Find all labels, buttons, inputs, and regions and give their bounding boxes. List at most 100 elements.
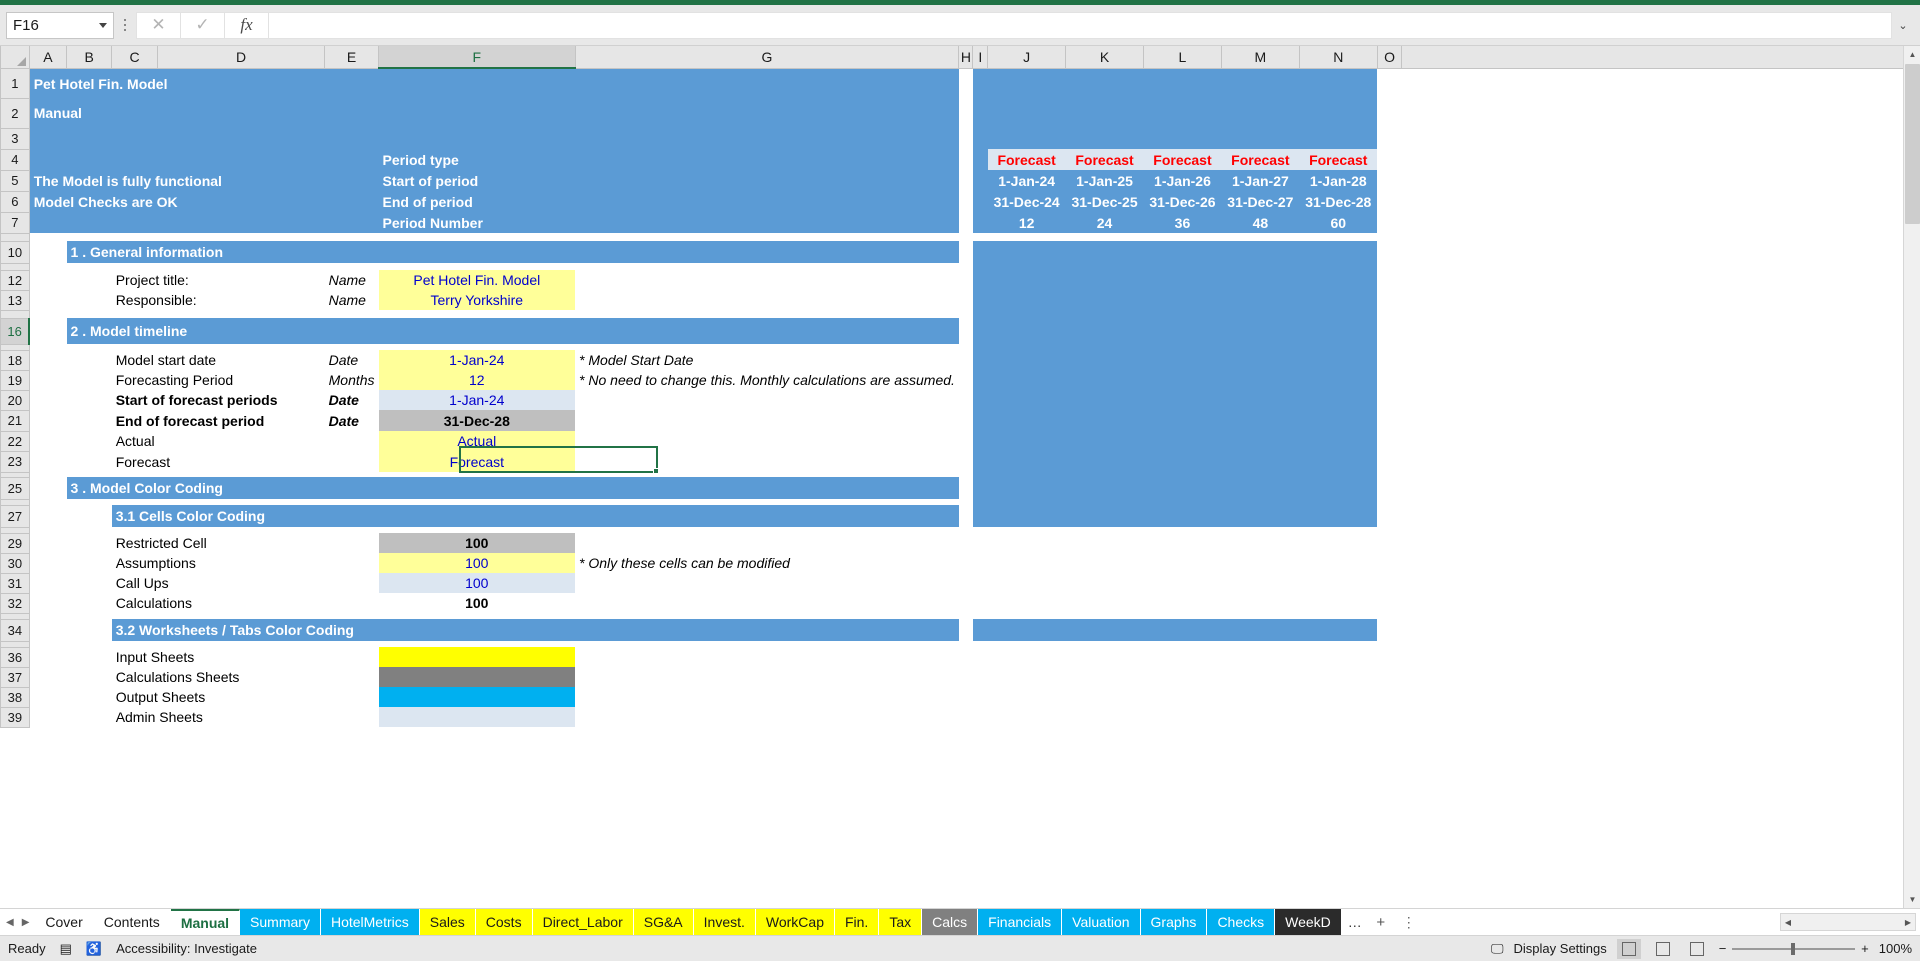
row-header-hidden-11[interactable] [0, 262, 30, 271]
swatch-assumptions[interactable]: 100 [378, 553, 576, 573]
cell-I29-O29[interactable] [972, 533, 1402, 553]
cell-I18-N18[interactable] [972, 350, 1378, 370]
cell-A7[interactable] [29, 212, 379, 233]
column-header-A[interactable]: A [28, 46, 68, 69]
column-header-J[interactable]: J [987, 46, 1067, 69]
cell-H32[interactable] [958, 593, 973, 613]
column-header-K[interactable]: K [1065, 46, 1144, 69]
row-header-3[interactable]: 3 [0, 127, 30, 150]
cell-H2[interactable] [958, 98, 973, 128]
swatch-output-sheets[interactable] [378, 687, 576, 707]
cell-I20-N20[interactable] [972, 390, 1378, 410]
cell-I16-N16[interactable] [972, 318, 1378, 344]
prev-sheet-icon[interactable]: ▶ [22, 917, 30, 928]
cell-O34[interactable] [1377, 619, 1920, 641]
expand-formula-bar-icon[interactable]: ⌄ [1892, 12, 1914, 39]
row-header-30[interactable]: 30 [0, 552, 30, 574]
cell-H19[interactable] [958, 370, 973, 390]
cell-H25[interactable] [958, 477, 973, 499]
row-header-38[interactable]: 38 [0, 686, 30, 708]
sheet-tab-hotelmetrics[interactable]: HotelMetrics [320, 909, 420, 935]
cell-O27[interactable] [1377, 505, 1920, 527]
column-header-E[interactable]: E [324, 46, 380, 69]
cell-O5[interactable] [1377, 170, 1920, 191]
input-responsible[interactable]: Terry Yorkshire [378, 290, 576, 310]
sheet-tab-tax[interactable]: Tax [879, 909, 923, 935]
cell-I27-N27[interactable] [972, 505, 1378, 527]
cell-O25[interactable] [1377, 477, 1920, 499]
sheet-tab-checks[interactable]: Checks [1207, 909, 1276, 935]
sheet-tab-direct-labor[interactable]: Direct_Labor [532, 909, 634, 935]
cell-O16[interactable] [1377, 318, 1920, 344]
horizontal-scrollbar[interactable]: ◀ ▶ [1780, 913, 1916, 931]
sheet-tab-contents[interactable]: Contents [94, 909, 171, 935]
row-header-10[interactable]: 10 [0, 240, 30, 264]
cell-H22[interactable] [958, 431, 973, 451]
cell-A34[interactable] [29, 619, 112, 641]
cell-A30[interactable] [29, 553, 112, 573]
page-layout-view-icon[interactable] [1651, 939, 1675, 959]
row-header-hidden-8-9[interactable] [0, 232, 30, 242]
cell-H31[interactable] [958, 573, 973, 593]
sheet-tab-overflow[interactable]: … [1342, 909, 1368, 935]
row-header-7[interactable]: 7 [0, 211, 30, 234]
row-header-2[interactable]: 2 [0, 97, 30, 129]
cell-H12[interactable] [958, 270, 973, 290]
accessibility-status-text[interactable]: Accessibility: Investigate [116, 941, 257, 956]
value-start-of-forecast-periods[interactable]: 1-Jan-24 [378, 390, 576, 410]
cell-A10[interactable] [29, 241, 67, 263]
cell-H5[interactable] [958, 170, 973, 191]
cell-H20[interactable] [958, 390, 973, 410]
display-settings-text[interactable]: Display Settings [1514, 941, 1607, 956]
chevron-down-icon[interactable] [99, 22, 107, 28]
confirm-entry-icon[interactable]: ✓ [180, 11, 224, 39]
column-header-M[interactable]: M [1220, 46, 1300, 69]
sheet-tab-graphs[interactable]: Graphs [1140, 909, 1208, 935]
swatch-calculations-sheets[interactable] [378, 667, 576, 687]
cell-O4[interactable] [1377, 149, 1920, 170]
column-header-L[interactable]: L [1143, 46, 1222, 69]
vertical-scrollbar[interactable]: ▲ ▼ [1903, 46, 1920, 908]
row-header-25[interactable]: 25 [0, 476, 30, 500]
row-header-36[interactable]: 36 [0, 646, 30, 668]
cell-A29[interactable] [29, 533, 112, 553]
sheet-tab-costs[interactable]: Costs [475, 909, 533, 935]
cell-G16[interactable] [575, 318, 959, 344]
row-header-31[interactable]: 31 [0, 572, 30, 594]
cell-gap-11-right[interactable] [972, 263, 1378, 270]
cell-A23[interactable] [29, 451, 112, 472]
accessibility-icon[interactable]: ♿ [86, 941, 102, 957]
insert-function-icon[interactable]: fx [224, 11, 268, 39]
swatch-admin-sheets[interactable] [378, 707, 576, 727]
normal-view-icon[interactable] [1616, 938, 1641, 959]
cell-O13[interactable] [1377, 290, 1920, 310]
display-settings-icon[interactable]: 🖵 [1491, 941, 1504, 957]
cell-gap-11-O[interactable] [1377, 263, 1920, 270]
cell-O2[interactable] [1377, 98, 1920, 128]
select-all-corner[interactable] [0, 46, 30, 69]
sheet-tab-manual[interactable]: Manual [170, 909, 241, 935]
sheet-tab-summary[interactable]: Summary [240, 909, 321, 935]
row-header-29[interactable]: 29 [0, 532, 30, 554]
vertical-scroll-thumb[interactable] [1905, 64, 1920, 224]
sheet-tab-invest[interactable]: Invest. [693, 909, 756, 935]
cell-A12[interactable] [29, 270, 112, 290]
cell-H6[interactable] [958, 191, 973, 212]
column-header-G[interactable]: G [574, 46, 960, 69]
cell-gap-11[interactable] [29, 263, 973, 270]
cell-I30-O30[interactable] [972, 553, 1402, 573]
swatch-input-sheets[interactable] [378, 647, 576, 667]
column-header-D[interactable]: D [156, 46, 326, 69]
cell-H27[interactable] [958, 505, 973, 527]
sheet-tab-fin[interactable]: Fin. [834, 909, 880, 935]
formula-input[interactable] [268, 11, 1892, 39]
cell-A18[interactable] [29, 350, 112, 370]
workbook-statistics-icon[interactable]: ▤ [60, 941, 72, 957]
cell-H13[interactable] [958, 290, 973, 310]
cell-I4[interactable] [972, 149, 988, 170]
value-actual[interactable]: Actual [378, 431, 576, 451]
column-header-C[interactable]: C [111, 46, 158, 69]
cell-A25[interactable] [29, 477, 67, 499]
row-header-16[interactable]: 16 [0, 317, 31, 345]
zoom-in-button[interactable]: + [1861, 941, 1869, 956]
